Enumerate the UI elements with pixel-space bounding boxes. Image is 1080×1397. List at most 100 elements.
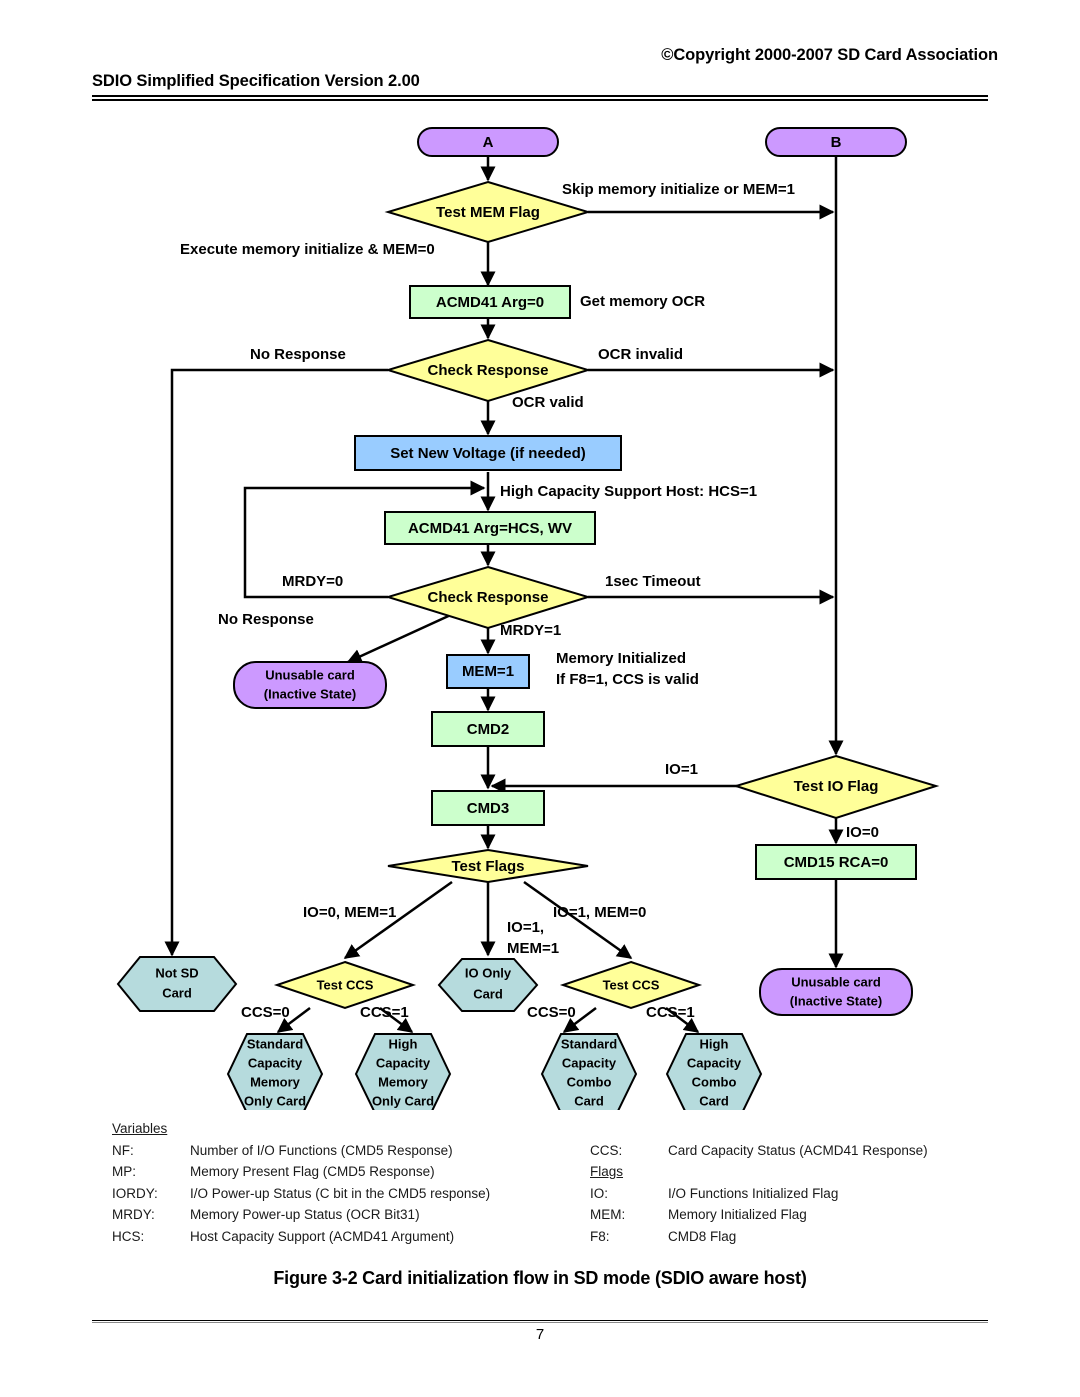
legend-column-right: CCS: Card Capacity Status (ACMD41 Respon… — [590, 1140, 1020, 1248]
edge-mrdy-eq-1: MRDY=1 — [500, 622, 561, 639]
set-new-voltage-label: Set New Voltage (if needed) — [390, 445, 586, 462]
decision-check-response-1: Check Response — [384, 338, 592, 403]
high-cap-combo-line4: Card — [699, 1093, 729, 1108]
std-cap-combo-line3: Combo — [567, 1074, 612, 1089]
legend-variables-heading: Variables — [112, 1121, 168, 1136]
edge-get-memory-ocr: Get memory OCR — [580, 293, 705, 310]
edge-ccs-eq-1-right: CCS=1 — [646, 1004, 695, 1021]
edge-no-response-2: No Response — [218, 611, 314, 628]
header-rule — [92, 95, 988, 101]
legend-key: F8: — [590, 1228, 610, 1244]
edge-ccs-eq-1-left: CCS=1 — [360, 1004, 409, 1021]
legend-value: CMD8 Flag — [668, 1228, 737, 1244]
edge-no-response-1: No Response — [250, 346, 346, 363]
std-cap-mem-only-line4: Only Card — [244, 1093, 306, 1108]
std-cap-combo-line1: Standard — [561, 1036, 617, 1051]
legend-key: IORDY: — [112, 1185, 158, 1201]
legend-key: MRDY: — [112, 1207, 155, 1222]
acmd41-hcs-wv-label: ACMD41 Arg=HCS, WV — [408, 520, 572, 537]
edge-io-eq-0: IO=0 — [846, 824, 879, 841]
high-cap-mem-only-line4: Only Card — [372, 1093, 434, 1108]
legend-value: Memory Present Flag (CMD5 Response) — [190, 1164, 435, 1179]
entry-b-label: B — [831, 134, 842, 151]
std-cap-combo-line4: Card — [574, 1093, 604, 1108]
legend-row: F8: CMD8 Flag — [590, 1226, 1020, 1248]
mem-eq-1-label: MEM=1 — [462, 663, 514, 680]
process-cmd2: CMD2 — [431, 711, 545, 747]
high-cap-combo-line3: Combo — [692, 1074, 737, 1089]
edge-skip-memory-init: Skip memory initialize or MEM=1 — [562, 181, 795, 198]
card-initialization-flowchart: A B Test MEM Flag ACMD41 Arg=0 Check Res… — [116, 127, 940, 1110]
high-cap-mem-only-line2: Capacity — [376, 1055, 431, 1070]
legend-key: MP: — [112, 1164, 137, 1179]
high-cap-combo-line2: Capacity — [687, 1055, 742, 1070]
acmd41-arg0-label: ACMD41 Arg=0 — [436, 294, 544, 311]
edge-memory-initialized-line1: Memory Initialized — [556, 650, 686, 667]
edge-execute-memory-init: Execute memory initialize & MEM=0 — [180, 241, 435, 258]
high-cap-mem-only-line1: High — [389, 1036, 418, 1051]
legend-value: Memory Initialized Flag — [668, 1207, 807, 1222]
process-acmd41-hcs-wv: ACMD41 Arg=HCS, WV — [384, 511, 596, 545]
legend-row: IORDY: I/O Power-up Status (C bit in the… — [112, 1183, 582, 1205]
legend-value: I/O Power-up Status (C bit in the CMD5 r… — [190, 1185, 491, 1201]
legend-flags-heading: Flags — [590, 1164, 624, 1179]
legend-value: Card Capacity Status (ACMD41 Response) — [668, 1142, 928, 1158]
process-acmd41-arg0: ACMD41 Arg=0 — [409, 285, 571, 319]
legend-row: MP: Memory Present Flag (CMD5 Response) — [112, 1161, 582, 1183]
legend-row: HCS: Host Capacity Support (ACMD41 Argum… — [112, 1226, 582, 1248]
edge-io-eq-1: IO=1 — [665, 761, 698, 778]
test-ccs-left-label: Test CCS — [317, 977, 374, 992]
cmd2-label: CMD2 — [467, 721, 510, 738]
not-sd-card-line1: Not SD — [155, 965, 198, 980]
edge-1sec-timeout: 1sec Timeout — [605, 573, 701, 590]
decision-test-io-flag: Test IO Flag — [732, 754, 940, 820]
document-page: ©Copyright 2000-2007 SD Card Association… — [0, 0, 1080, 1397]
footer-rule — [92, 1320, 988, 1323]
edge-high-capacity-host: High Capacity Support Host: HCS=1 — [500, 483, 757, 500]
test-flags-label: Test Flags — [451, 858, 524, 875]
edge-branch-io1-mem1-line2: MEM=1 — [507, 940, 559, 957]
test-mem-flag-label: Test MEM Flag — [436, 204, 540, 221]
io-only-card-line1: IO Only — [465, 965, 512, 980]
legend-row: Flags — [590, 1161, 1020, 1183]
std-cap-combo-line2: Capacity — [562, 1055, 617, 1070]
action-mem-set-1: MEM=1 — [446, 654, 530, 689]
test-io-flag-label: Test IO Flag — [794, 778, 879, 795]
copyright-notice: ©Copyright 2000-2007 SD Card Association — [661, 46, 998, 64]
result-not-sd-card: Not SD Card — [116, 956, 238, 1012]
high-cap-mem-only-line3: Memory — [378, 1074, 429, 1089]
entry-a-label: A — [483, 134, 494, 151]
legend-key: CCS: — [590, 1142, 623, 1158]
test-ccs-right-label: Test CCS — [603, 977, 660, 992]
cmd15-rca0-label: CMD15 RCA=0 — [784, 854, 889, 871]
legend-row: MRDY: Memory Power-up Status (OCR Bit31) — [112, 1204, 582, 1226]
legend-value: Number of I/O Functions (CMD5 Response) — [190, 1142, 453, 1158]
unusable-card-left-line1: Unusable card — [265, 667, 355, 682]
edge-ocr-valid: OCR valid — [512, 394, 584, 411]
legend-value: I/O Functions Initialized Flag — [668, 1185, 839, 1201]
result-high-capacity-combo-card: High Capacity Combo Card — [665, 1033, 763, 1110]
terminator-unusable-card-right: Unusable card (Inactive State) — [759, 968, 913, 1016]
edge-branch-io0-mem1: IO=0, MEM=1 — [303, 904, 396, 921]
result-standard-capacity-combo-card: Standard Capacity Combo Card — [540, 1033, 638, 1110]
process-cmd15-rca0: CMD15 RCA=0 — [755, 844, 917, 880]
legend-row: CCS: Card Capacity Status (ACMD41 Respon… — [590, 1140, 1020, 1162]
process-cmd3: CMD3 — [431, 790, 545, 826]
std-cap-mem-only-line3: Memory — [250, 1074, 301, 1089]
figure-caption: Figure 3-2 Card initialization flow in S… — [273, 1268, 807, 1288]
entry-node-b: B — [765, 127, 907, 157]
edge-memory-initialized-line2: If F8=1, CCS is valid — [556, 671, 699, 688]
legend-key: NF: — [112, 1142, 134, 1158]
unusable-card-right-line2: (Inactive State) — [790, 993, 882, 1008]
edge-ccs-eq-0-left: CCS=0 — [241, 1004, 290, 1021]
legend-key: HCS: — [112, 1228, 145, 1244]
std-cap-mem-only-line2: Capacity — [248, 1055, 303, 1070]
unusable-card-right-line1: Unusable card — [791, 974, 881, 989]
edge-ccs-eq-0-right: CCS=0 — [527, 1004, 576, 1021]
result-io-only-card: IO Only Card — [437, 958, 539, 1012]
spec-title: SDIO Simplified Specification Version 2.… — [92, 72, 420, 90]
legend-row: IO: I/O Functions Initialized Flag — [590, 1183, 1020, 1205]
action-set-new-voltage: Set New Voltage (if needed) — [354, 435, 622, 471]
decision-test-ccs-right: Test CCS — [559, 960, 703, 1010]
terminator-unusable-card-left: Unusable card (Inactive State) — [233, 661, 387, 709]
